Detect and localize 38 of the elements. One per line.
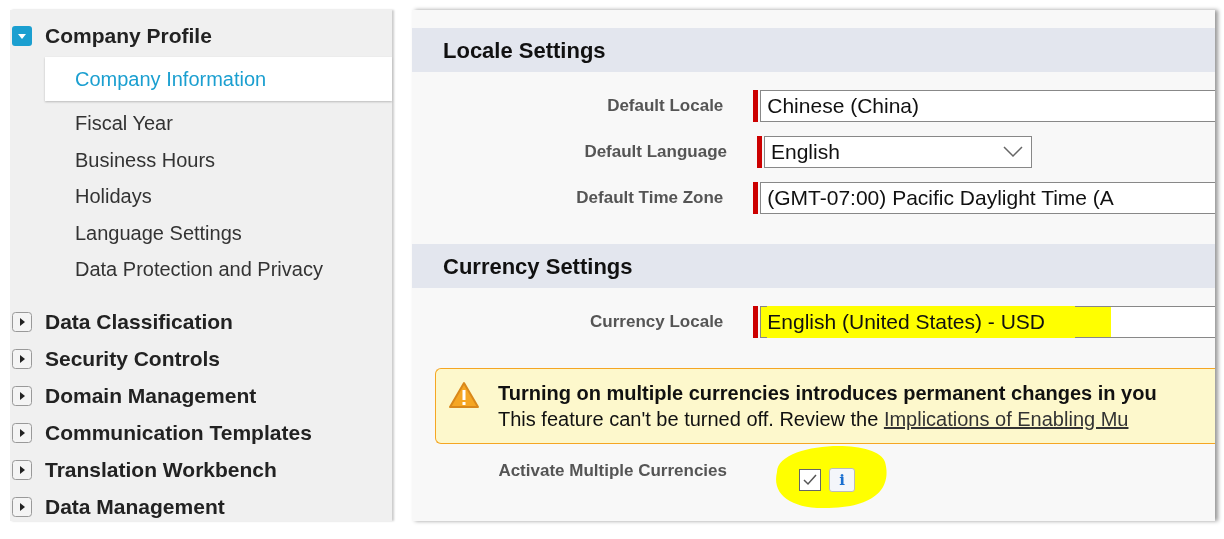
expand-icon[interactable] bbox=[12, 423, 32, 443]
warning-title: Turning on multiple currencies introduces permanent changes in you bbox=[498, 381, 1157, 406]
section-title: Locale Settings bbox=[443, 36, 606, 65]
sidebar-category[interactable]: Security Controls bbox=[45, 343, 221, 375]
input-field[interactable]: (GMT-07:00) Pacific Daylight Time (A bbox=[760, 182, 1215, 214]
expand-icon[interactable] bbox=[12, 460, 32, 480]
section-title: Currency Settings bbox=[443, 252, 633, 281]
info-button[interactable]: i bbox=[829, 468, 855, 492]
sidebar-item[interactable]: Holidays bbox=[45, 178, 392, 215]
field-label: Default Locale bbox=[606, 95, 725, 117]
sidebar-item[interactable]: Data Protection and Privacy bbox=[45, 251, 392, 288]
expand-icon[interactable] bbox=[12, 386, 32, 406]
checkbox[interactable] bbox=[799, 469, 821, 491]
expand-icon[interactable] bbox=[12, 497, 32, 517]
input-field[interactable]: English (United States) - USD bbox=[760, 306, 1215, 338]
sidebar-category[interactable]: Company Profile bbox=[45, 19, 212, 52]
sidebar-category[interactable]: Translation Workbench bbox=[45, 454, 277, 486]
sidebar-category[interactable]: Data Management bbox=[45, 491, 225, 523]
expand-icon[interactable] bbox=[12, 312, 32, 332]
check-icon bbox=[802, 473, 818, 487]
sidebar-category[interactable]: Data Classification bbox=[45, 306, 233, 338]
sidebar-item[interactable]: Language Settings bbox=[45, 214, 392, 251]
field-label: Currency Locale bbox=[589, 311, 725, 333]
sidebar-item[interactable]: Fiscal Year bbox=[45, 105, 392, 142]
implications-link[interactable]: Implications of Enabling Mu bbox=[883, 406, 1129, 432]
field-label: Default Time Zone bbox=[575, 187, 725, 209]
warning-icon bbox=[448, 381, 480, 409]
input-field[interactable]: Chinese (China) bbox=[760, 90, 1215, 122]
sidebar-category[interactable]: Domain Management bbox=[45, 380, 257, 412]
checkbox-label: Activate Multiple Currencies bbox=[497, 460, 728, 482]
language-select[interactable]: English bbox=[764, 136, 1032, 168]
sidebar-item[interactable]: Business Hours bbox=[45, 141, 392, 178]
collapse-icon[interactable] bbox=[12, 25, 32, 46]
field-label: Default Language bbox=[583, 141, 728, 163]
chevron-down-icon bbox=[1003, 146, 1023, 158]
sidebar-category[interactable]: Communication Templates bbox=[45, 417, 312, 449]
expand-icon[interactable] bbox=[12, 349, 32, 369]
warning-text: This feature can't be turned off. Review the bbox=[498, 407, 880, 432]
